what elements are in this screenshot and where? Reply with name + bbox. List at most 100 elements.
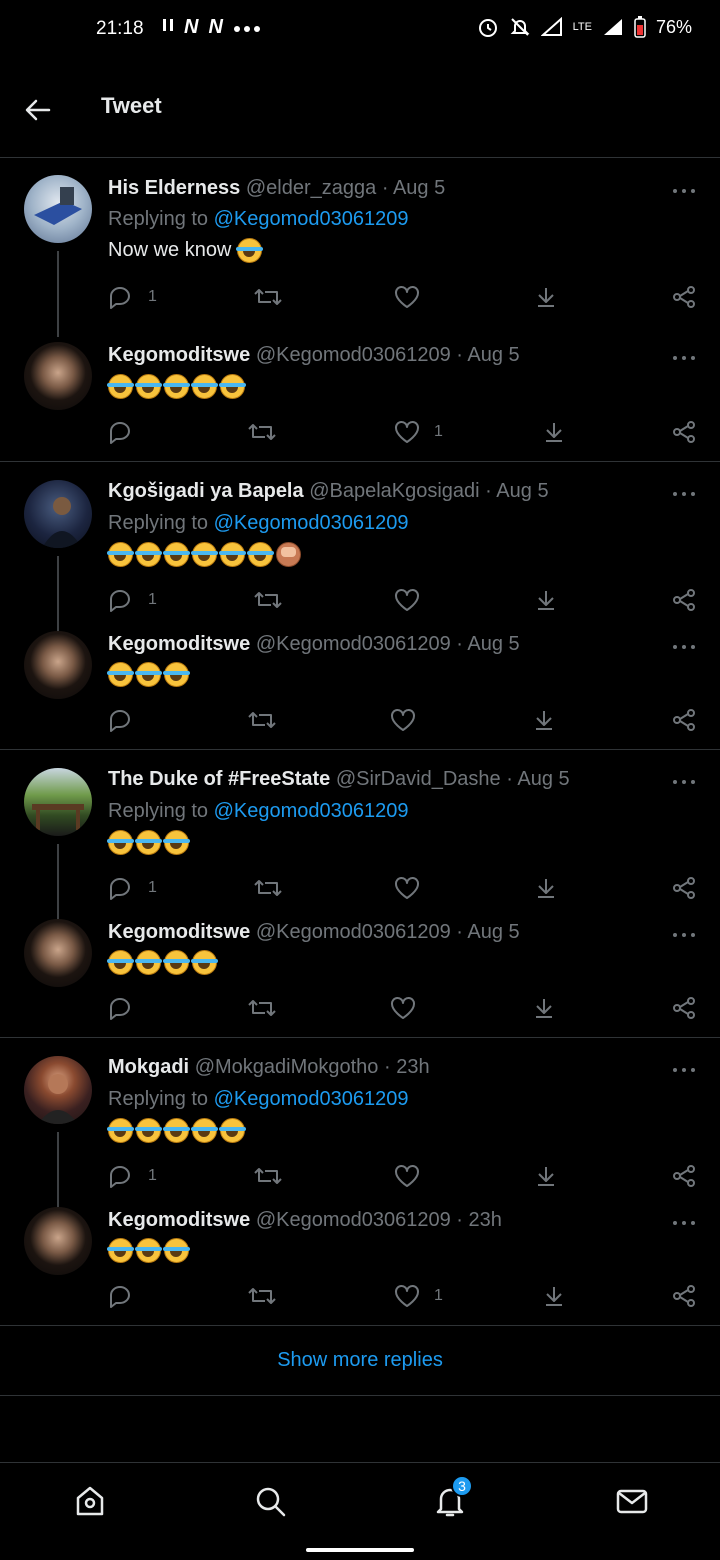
- retweet-button[interactable]: [254, 282, 282, 312]
- nav-home[interactable]: [70, 1481, 110, 1521]
- download-button[interactable]: [532, 705, 556, 735]
- author-reply-tweet[interactable]: Kegomoditswe @Kegomod03061209 · Aug 5: [0, 615, 720, 749]
- download-button[interactable]: [532, 993, 556, 1023]
- more-options-button[interactable]: [670, 348, 698, 368]
- like-button[interactable]: [390, 993, 416, 1023]
- reply-button[interactable]: [108, 417, 148, 447]
- tweet-date[interactable]: Aug 5: [496, 480, 548, 502]
- user-handle[interactable]: @Kegomod03061209: [256, 1209, 451, 1231]
- share-button[interactable]: [672, 1161, 696, 1191]
- share-button[interactable]: [672, 993, 696, 1023]
- nav-search[interactable]: [250, 1481, 290, 1521]
- tweet-date[interactable]: Aug 5: [393, 177, 445, 199]
- display-name[interactable]: Kegomoditswe: [108, 921, 250, 943]
- retweet-button[interactable]: [254, 1161, 282, 1191]
- like-button[interactable]: 1: [394, 417, 443, 447]
- user-handle[interactable]: @elder_zagga: [246, 177, 376, 199]
- retweet-button[interactable]: [248, 417, 276, 447]
- share-button[interactable]: [672, 705, 696, 735]
- reply-button[interactable]: [108, 993, 134, 1023]
- download-button[interactable]: [542, 417, 566, 447]
- avatar[interactable]: [24, 631, 92, 699]
- mention-link[interactable]: @Kegomod03061209: [214, 208, 409, 230]
- back-arrow-icon: [25, 99, 51, 121]
- display-name[interactable]: Kegomoditswe: [108, 633, 250, 655]
- mention-link[interactable]: @Kegomod03061209: [214, 512, 409, 534]
- replying-to: Replying to @Kegomod03061209: [108, 512, 409, 534]
- retweet-button[interactable]: [254, 873, 282, 903]
- nav-messages[interactable]: [612, 1481, 652, 1521]
- show-more-replies-button[interactable]: Show more replies: [0, 1326, 720, 1396]
- tweet-date[interactable]: Aug 5: [467, 921, 519, 943]
- display-name[interactable]: Kegomoditswe: [108, 344, 250, 366]
- more-options-button[interactable]: [670, 925, 698, 945]
- avatar[interactable]: [24, 919, 92, 987]
- more-options-button[interactable]: [670, 1213, 698, 1233]
- display-name[interactable]: Kegomoditswe: [108, 1209, 250, 1231]
- reply-button[interactable]: 1: [108, 1161, 157, 1191]
- tweet-date[interactable]: Aug 5: [517, 768, 569, 790]
- more-options-button[interactable]: [670, 181, 698, 201]
- share-button[interactable]: [672, 873, 696, 903]
- author-reply-tweet[interactable]: Kegomoditswe @Kegomod03061209 · 23h 1: [0, 1191, 720, 1325]
- avatar[interactable]: [24, 1207, 92, 1275]
- like-button[interactable]: [394, 873, 420, 903]
- share-button[interactable]: [672, 1281, 696, 1311]
- tweet-date[interactable]: 23h: [469, 1209, 502, 1231]
- user-handle[interactable]: @Kegomod03061209: [256, 633, 451, 655]
- download-button[interactable]: [534, 585, 558, 615]
- user-handle[interactable]: @BapelaKgosigadi: [309, 480, 479, 502]
- more-options-button[interactable]: [670, 772, 698, 792]
- share-button[interactable]: [672, 282, 696, 312]
- like-button[interactable]: [390, 705, 416, 735]
- reply-button[interactable]: [108, 1281, 134, 1311]
- download-button[interactable]: [534, 282, 558, 312]
- reply-tweet[interactable]: Kgošigadi ya Bapela @BapelaKgosigadi · A…: [0, 462, 720, 636]
- share-button[interactable]: [672, 417, 696, 447]
- avatar[interactable]: [24, 768, 92, 836]
- avatar[interactable]: [24, 175, 92, 243]
- reply-button[interactable]: [108, 705, 134, 735]
- share-button[interactable]: [672, 585, 696, 615]
- more-options-button[interactable]: [670, 637, 698, 657]
- display-name[interactable]: The Duke of #FreeState: [108, 768, 330, 790]
- user-handle[interactable]: @Kegomod03061209: [256, 921, 451, 943]
- like-button[interactable]: [394, 585, 434, 615]
- download-button[interactable]: [534, 873, 558, 903]
- home-indicator[interactable]: [306, 1548, 414, 1552]
- tweet-date[interactable]: 23h: [396, 1056, 429, 1078]
- back-button[interactable]: [20, 92, 56, 128]
- avatar[interactable]: [24, 1056, 92, 1124]
- user-handle[interactable]: @SirDavid_Dashe: [336, 768, 501, 790]
- like-button[interactable]: [394, 1161, 420, 1191]
- avatar[interactable]: [24, 480, 92, 548]
- download-button[interactable]: [542, 1281, 566, 1311]
- reply-tweet[interactable]: The Duke of #FreeState @SirDavid_Dashe ·…: [0, 750, 720, 924]
- display-name[interactable]: Mokgadi: [108, 1056, 189, 1078]
- user-handle[interactable]: @Kegomod03061209: [256, 344, 451, 366]
- avatar[interactable]: [24, 342, 92, 410]
- download-button[interactable]: [534, 1161, 558, 1191]
- retweet-button[interactable]: [248, 1281, 276, 1311]
- retweet-button[interactable]: [248, 993, 276, 1023]
- author-reply-tweet[interactable]: Kegomoditswe @Kegomod03061209 · Aug 5: [0, 327, 720, 461]
- display-name[interactable]: Kgošigadi ya Bapela: [108, 480, 304, 502]
- mention-link[interactable]: @Kegomod03061209: [214, 1088, 409, 1110]
- tweet-date[interactable]: Aug 5: [467, 344, 519, 366]
- more-options-button[interactable]: [670, 484, 698, 504]
- reply-tweet[interactable]: Mokgadi @MokgadiMokgotho · 23h Replying …: [0, 1038, 720, 1212]
- reply-button[interactable]: 1: [108, 282, 157, 312]
- like-button[interactable]: 1: [394, 1281, 443, 1311]
- like-button[interactable]: [394, 282, 434, 312]
- reply-tweet[interactable]: His Elderness @elder_zagga · Aug 5 Reply…: [0, 159, 720, 337]
- reply-button[interactable]: 1: [108, 585, 157, 615]
- more-options-button[interactable]: [670, 1060, 698, 1080]
- reply-button[interactable]: 1: [108, 873, 157, 903]
- user-handle[interactable]: @MokgadiMokgotho: [195, 1056, 379, 1078]
- display-name[interactable]: His Elderness: [108, 177, 240, 199]
- retweet-button[interactable]: [248, 705, 276, 735]
- retweet-button[interactable]: [254, 585, 282, 615]
- mention-link[interactable]: @Kegomod03061209: [214, 800, 409, 822]
- tweet-date[interactable]: Aug 5: [467, 633, 519, 655]
- author-reply-tweet[interactable]: Kegomoditswe @Kegomod03061209 · Aug 5: [0, 903, 720, 1037]
